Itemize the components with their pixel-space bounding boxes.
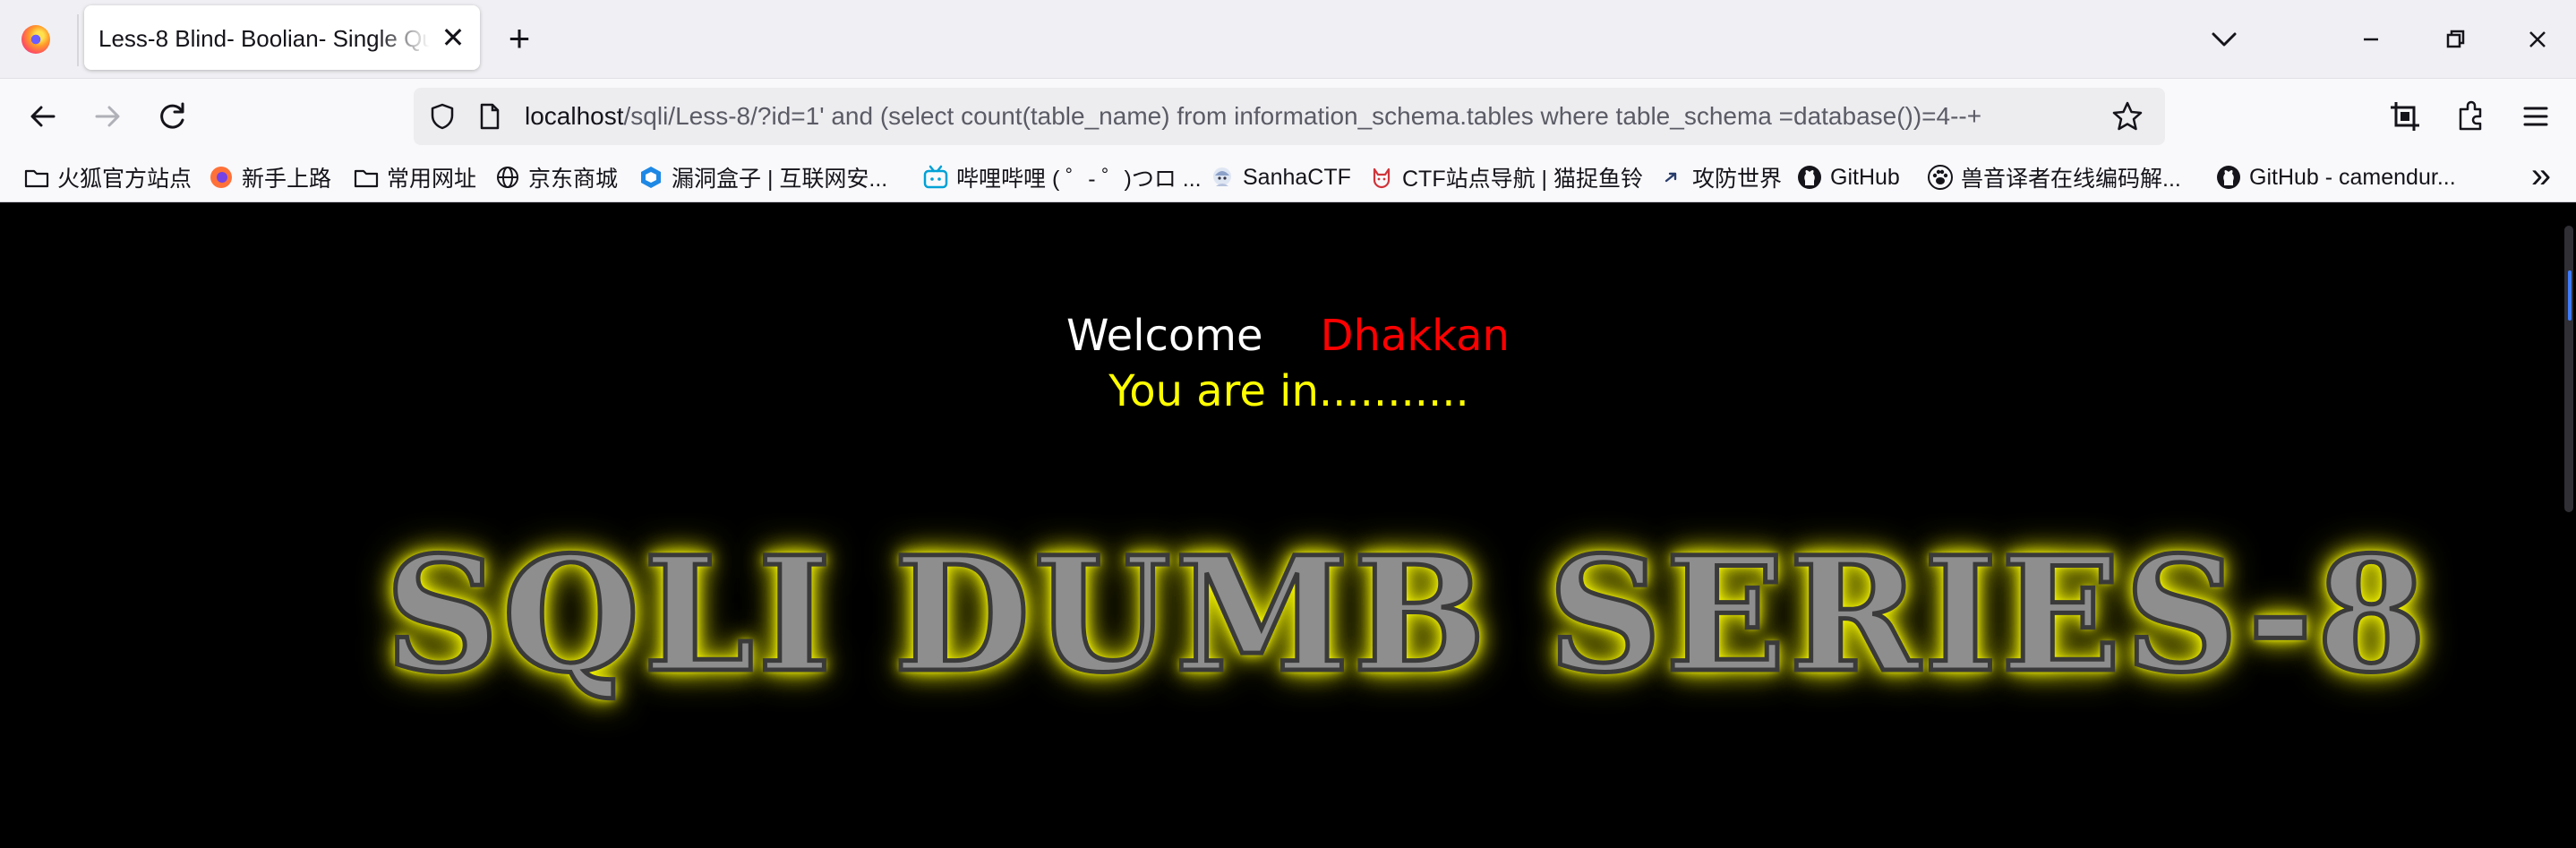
bookmark-star-icon[interactable] (2110, 99, 2145, 134)
user-name: Dhakkan (1320, 311, 1510, 361)
github-icon (1798, 166, 1821, 189)
vulbox-icon (641, 167, 661, 188)
reload-icon[interactable] (150, 95, 193, 138)
bookmark-label: 哔哩哔哩 ( ゜- ゜)つロ ... (956, 167, 1202, 192)
bookmark-item[interactable]: GitHub - camendur... (2215, 159, 2456, 195)
back-arrow-icon[interactable] (21, 95, 64, 138)
firefox-icon[interactable] (21, 25, 50, 54)
bookmark-label: 京东商城 (528, 167, 619, 192)
bookmark-item[interactable]: 哔哩哔哩 ( ゜- ゜)つロ ... (922, 159, 1202, 195)
page-info-icon[interactable] (473, 100, 505, 133)
tab-title: Less-8 Blind- Boolian- Single Quotes- St… (98, 25, 430, 52)
bookmark-label: SanhaCTF (1243, 164, 1351, 190)
bookmark-label: 兽音译者在线编码解... (1961, 167, 2181, 192)
bookmark-item[interactable]: 京东商城 (494, 159, 618, 195)
hamburger-menu-icon[interactable] (2516, 97, 2555, 136)
bookmark-item[interactable]: 兽音译者在线编码解... (1927, 159, 2181, 195)
chevron-more-icon[interactable]: » (2521, 158, 2561, 197)
navigation-bar: localhost/sqli/Less-8/?id=1' and (select… (0, 79, 2576, 152)
browser-window: Less-8 Blind- Boolian- Single Quotes- St… (0, 0, 2576, 848)
tracking-shield-icon[interactable] (426, 100, 458, 133)
close-window-icon[interactable] (2514, 16, 2561, 63)
extensions-puzzle-icon[interactable] (2452, 97, 2491, 136)
sanha-icon (1213, 167, 1231, 186)
arrow-icon (1665, 172, 1677, 183)
folder-icon (24, 169, 49, 188)
bookmark-label: 常用网址 (387, 167, 477, 192)
paw-icon (1928, 165, 1953, 190)
new-tab-icon[interactable]: + (500, 20, 539, 59)
cat-icon (1373, 167, 1391, 189)
globe-icon (497, 167, 518, 188)
login-status: You are in........... (1108, 366, 1469, 416)
bookmark-label: GitHub (1830, 164, 1900, 190)
bilibili-icon (923, 165, 948, 189)
bookmark-label: 攻防世界 (1692, 167, 1783, 192)
bookmark-label: 新手上路 (242, 167, 332, 192)
url-bar[interactable]: localhost/sqli/Less-8/?id=1' and (select… (414, 88, 2165, 145)
bookmark-label: GitHub - camendur... (2249, 164, 2456, 190)
chevron-down-icon[interactable] (2203, 18, 2246, 61)
bookmark-item[interactable]: CTF站点导航 | 猫捉鱼铃 (1368, 159, 1643, 195)
tab-strip: Less-8 Blind- Boolian- Single Quotes- St… (0, 0, 2576, 79)
bookmark-item[interactable]: 新手上路 (208, 159, 331, 195)
bookmark-label: 漏洞盒子 | 互联网安... (672, 167, 888, 192)
tab-separator (77, 14, 79, 66)
firefox-icon (210, 167, 232, 188)
bookmarks-toolbar: 火狐官方站点 新手上路 常用网址 京东商城 漏洞盒子 | 互联网安... 哔哩哔… (0, 152, 2576, 202)
bookmark-label: 火狐官方站点 (57, 167, 193, 192)
page-content: Welcome Dhakkan You are in........... SQL… (0, 203, 2576, 848)
restore-icon[interactable] (2432, 16, 2478, 63)
minimize-icon[interactable] (2348, 16, 2394, 63)
url-host: localhost (525, 102, 624, 130)
bookmark-item[interactable]: 攻防世界 (1658, 159, 1782, 195)
url-path: /sqli/Less-8/?id=1' and (select count(ta… (623, 102, 1982, 130)
screenshot-crop-icon[interactable] (2385, 97, 2425, 136)
bookmark-item[interactable]: 火狐官方站点 (23, 159, 192, 195)
bookmark-item[interactable]: GitHub (1796, 159, 1900, 195)
bookmark-item[interactable]: 漏洞盒子 | 互联网安... (638, 159, 887, 195)
forward-arrow-icon[interactable] (86, 95, 129, 138)
folder-icon (354, 169, 379, 188)
welcome-text: Welcome (1066, 311, 1263, 361)
welcome-line: Welcome Dhakkan (0, 309, 2576, 363)
github-icon (2217, 166, 2240, 189)
active-tab[interactable]: Less-8 Blind- Boolian- Single Quotes- St… (84, 5, 480, 70)
bookmark-item[interactable]: SanhaCTF (1209, 159, 1351, 195)
bookmark-label: CTF站点导航 | 猫捉鱼铃 (1402, 167, 1643, 192)
close-tab-icon[interactable]: ✕ (439, 23, 467, 52)
scrollbar-thumb[interactable] (2564, 226, 2573, 512)
url-text[interactable]: localhost/sqli/Less-8/?id=1' and (select… (525, 102, 2065, 133)
title-banner-image: SQLI DUMB SERIES-8 (383, 522, 2430, 707)
bookmark-item[interactable]: 常用网址 (353, 159, 476, 195)
